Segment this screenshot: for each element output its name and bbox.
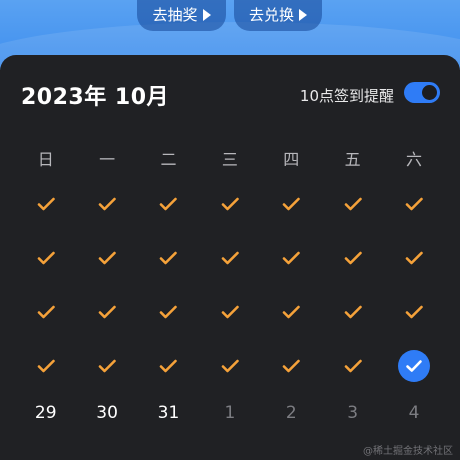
weekday-label: 一 [99,150,116,169]
checked-day-cell[interactable] [322,231,383,285]
checkmark-icon [344,251,362,265]
toggle-knob [422,85,437,100]
checked-day-cell[interactable] [261,339,322,393]
checkin-calendar-card: 2023年 10月 10点签到提醒 日 一 二 三 四 五 六 29 30 31 1 2 3 4 [0,55,460,460]
date-row: 29 30 31 1 2 3 4 [15,393,445,433]
checked-day-cell[interactable] [322,339,383,393]
calendar-grid: 日 一 二 三 四 五 六 29 30 31 1 2 3 4 [15,139,445,433]
weekday-label: 三 [221,150,238,169]
checked-day-cell[interactable] [15,231,76,285]
go-lottery-button[interactable]: 去抽奖 [137,0,226,31]
go-exchange-button[interactable]: 去兑换 [234,0,322,31]
today-checked-day-cell[interactable] [383,339,444,393]
checkmark-icon [159,359,178,373]
checkmark-icon [282,305,301,319]
weekday-label: 四 [283,150,300,169]
day-number: 4 [408,403,420,423]
checkmark-icon [159,197,178,211]
checked-day-cell[interactable] [199,285,260,339]
checkmark-icon [221,305,239,319]
weekday-label: 二 [160,150,177,169]
day-cell[interactable]: 4 [383,393,444,433]
month-title: 2023年 10月 [21,85,170,110]
day-number: 2 [285,403,297,423]
checkmark-icon [344,305,362,319]
action-pill-row: 去抽奖 去兑换 [0,0,460,32]
watermark: @稀土掘金技术社区 [363,446,453,457]
checkmark-icon [282,197,301,211]
checked-day-cell[interactable] [322,177,383,231]
checked-day-cell[interactable] [199,339,260,393]
checkmark-icon [221,251,239,265]
check-circle-icon [398,350,431,382]
checkmark-icon [159,251,178,265]
checked-rows [15,177,445,393]
checkmark-icon [344,197,362,211]
checkmark-icon [98,359,116,373]
weekday-label: 六 [406,150,423,169]
day-cell[interactable]: 31 [138,393,199,433]
checked-day-cell[interactable] [138,177,199,231]
checkmark-icon [98,197,116,211]
checked-day-cell[interactable] [322,285,383,339]
checkmark-icon [221,197,239,211]
checked-day-cell[interactable] [199,177,260,231]
checkmark-icon [344,359,362,373]
day-cell[interactable]: 1 [199,393,260,433]
day-number: 31 [157,403,180,423]
checked-day-cell[interactable] [261,177,322,231]
checked-day-cell[interactable] [15,177,76,231]
checked-day-cell[interactable] [383,231,444,285]
day-number: 1 [224,403,236,423]
checkmark-icon [98,305,116,319]
checkmark-icon [221,359,239,373]
day-cell[interactable]: 3 [322,393,383,433]
checked-day-cell[interactable] [15,339,76,393]
calendar-week-row [15,177,445,231]
calendar-week-row [15,231,445,285]
checked-day-cell[interactable] [383,177,444,231]
checkmark-icon [98,251,116,265]
checkmark-icon [282,251,301,265]
go-exchange-label: 去兑换 [248,6,294,24]
checkmark-icon [282,359,301,373]
day-number: 3 [347,403,359,423]
checkmark-icon [37,359,55,373]
day-cell[interactable]: 30 [76,393,137,433]
checkmark-icon [159,305,178,319]
checkmark-icon [405,251,423,265]
day-number: 29 [34,403,57,423]
play-arrow-icon [299,8,307,21]
checkmark-icon [405,305,423,319]
reminder-label: 10点签到提醒 [299,87,394,105]
checked-day-cell[interactable] [261,231,322,285]
checked-day-cell[interactable] [76,231,137,285]
calendar-week-row [15,339,445,393]
day-cell[interactable]: 29 [15,393,76,433]
checked-day-cell[interactable] [76,285,137,339]
checked-day-cell[interactable] [138,339,199,393]
checkmark-icon [405,197,423,211]
checked-day-cell[interactable] [15,285,76,339]
checked-day-cell[interactable] [199,231,260,285]
checked-day-cell[interactable] [138,285,199,339]
checked-day-cell[interactable] [383,285,444,339]
checkmark-icon [37,197,55,211]
checkmark-icon [37,305,55,319]
day-cell[interactable]: 2 [261,393,322,433]
go-lottery-label: 去抽奖 [152,6,198,24]
reminder-toggle[interactable] [404,82,440,103]
weekday-label: 五 [344,150,361,169]
calendar-week-row [15,285,445,339]
weekday-label: 日 [37,150,54,169]
weekday-header-row: 日一二三四五六 [15,139,445,177]
play-arrow-icon [202,8,211,21]
checked-day-cell[interactable] [76,339,137,393]
checked-day-cell[interactable] [138,231,199,285]
checkmark-icon [37,251,55,265]
day-number: 30 [96,403,118,423]
checked-day-cell[interactable] [76,177,137,231]
checked-day-cell[interactable] [261,285,322,339]
